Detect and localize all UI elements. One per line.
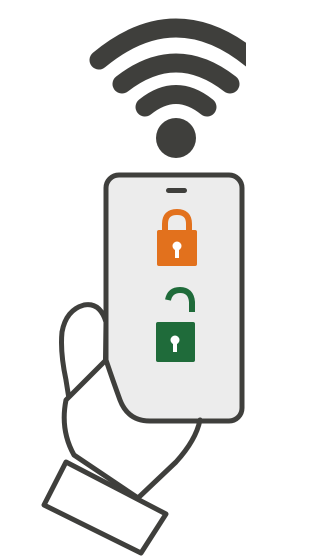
unlocked-keyhole-slot bbox=[173, 341, 177, 352]
smart-lock-illustration bbox=[0, 0, 246, 558]
wifi-inner-arc bbox=[135, 85, 217, 117]
illustration-svg bbox=[41, 18, 246, 556]
wifi-middle-arc bbox=[112, 53, 240, 94]
wifi-dot bbox=[156, 118, 196, 158]
phone-speaker bbox=[166, 188, 187, 193]
wifi-signal-icon bbox=[89, 18, 246, 158]
locked-keyhole-slot bbox=[175, 247, 179, 258]
